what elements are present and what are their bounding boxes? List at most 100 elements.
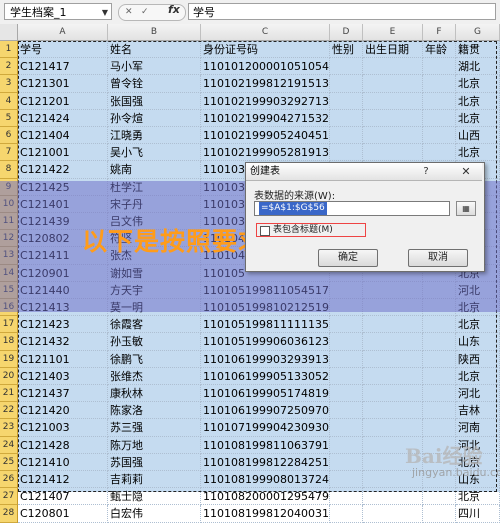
row-header[interactable]: 6 (0, 127, 18, 145)
cell[interactable]: C121410 (18, 453, 108, 471)
collapse-dialog-button[interactable]: ▦ (456, 201, 476, 216)
row-header[interactable]: 17 (0, 316, 18, 334)
column-header-E[interactable]: E (363, 24, 423, 41)
row-header[interactable]: 21 (0, 385, 18, 403)
cell[interactable]: 河北 (456, 385, 500, 403)
confirm-icon[interactable]: ✓ (141, 5, 149, 20)
cell[interactable]: 年龄 (423, 41, 456, 59)
cell[interactable] (423, 505, 456, 523)
row-header[interactable]: 18 (0, 333, 18, 351)
cell[interactable]: 孙玉敏 (108, 333, 201, 351)
help-icon[interactable]: ? (418, 164, 434, 179)
cell[interactable]: 湖北 (456, 58, 500, 76)
row-header[interactable]: 7 (0, 144, 18, 162)
cell[interactable] (423, 58, 456, 76)
cell[interactable]: 吉莉莉 (108, 471, 201, 489)
cell[interactable]: C121101 (18, 350, 108, 368)
cell[interactable]: 北京 (456, 488, 500, 506)
cell[interactable]: 110105199811111135 (201, 316, 330, 334)
cell[interactable] (423, 402, 456, 420)
cell[interactable] (330, 350, 363, 368)
cell[interactable]: C121422 (18, 161, 108, 179)
cell[interactable] (330, 385, 363, 403)
cell[interactable]: 陕西 (456, 350, 500, 368)
cell[interactable]: 张维杰 (108, 367, 201, 385)
cell[interactable]: 籍贯 (456, 41, 500, 59)
cell[interactable] (363, 488, 423, 506)
cell[interactable] (330, 471, 363, 489)
cell[interactable]: 110102199812191513 (201, 75, 330, 93)
cell[interactable]: C121407 (18, 488, 108, 506)
cell[interactable] (363, 127, 423, 145)
row-header[interactable]: 25 (0, 453, 18, 471)
cell[interactable] (423, 109, 456, 127)
cell[interactable]: 北京 (456, 109, 500, 127)
row-header[interactable]: 19 (0, 350, 18, 368)
cell[interactable]: 吴小飞 (108, 144, 201, 162)
cell[interactable]: 徐鹏飞 (108, 350, 201, 368)
cell[interactable] (423, 144, 456, 162)
cell[interactable]: 孙令煊 (108, 109, 201, 127)
cell[interactable] (330, 144, 363, 162)
cell[interactable] (423, 350, 456, 368)
cancel-icon[interactable]: ✕ (125, 5, 133, 20)
cell[interactable]: C121301 (18, 75, 108, 93)
row-header[interactable]: 8 (0, 161, 18, 179)
cell[interactable]: 山东 (456, 333, 500, 351)
cell[interactable] (363, 75, 423, 93)
source-range-input[interactable]: =$A$1:$G$56 (254, 201, 450, 216)
cell[interactable]: C121201 (18, 92, 108, 110)
cell[interactable] (330, 333, 363, 351)
cell[interactable] (330, 402, 363, 420)
cell[interactable]: C121417 (18, 58, 108, 76)
cell[interactable]: 白宏伟 (108, 505, 201, 523)
cell[interactable]: 陈家洛 (108, 402, 201, 420)
cell[interactable] (330, 127, 363, 145)
row-header[interactable]: 22 (0, 402, 18, 420)
cancel-button[interactable]: 取消 (408, 249, 468, 267)
cell[interactable]: 河南 (456, 419, 500, 437)
cell[interactable] (363, 333, 423, 351)
cell[interactable] (423, 419, 456, 437)
cell[interactable]: 110106199907250970 (201, 402, 330, 420)
cell[interactable]: 110106199905133052 (201, 367, 330, 385)
cell[interactable]: 曾令铨 (108, 75, 201, 93)
cell[interactable]: 110108199908013724 (201, 471, 330, 489)
cell[interactable]: C121420 (18, 402, 108, 420)
cell[interactable] (423, 488, 456, 506)
cell[interactable]: 北京 (456, 367, 500, 385)
cell[interactable]: 姓名 (108, 41, 201, 59)
cell[interactable]: C121432 (18, 333, 108, 351)
cell[interactable] (330, 505, 363, 523)
row-header[interactable]: 2 (0, 58, 18, 76)
cell[interactable]: 马小军 (108, 58, 201, 76)
cell[interactable]: 110106199903293913 (201, 350, 330, 368)
column-header-A[interactable]: A (18, 24, 108, 41)
cell[interactable]: 身份证号码 (201, 41, 330, 59)
row-header[interactable]: 5 (0, 109, 18, 127)
cell[interactable]: 苏国强 (108, 453, 201, 471)
select-all-corner[interactable] (0, 24, 18, 41)
cell[interactable] (363, 505, 423, 523)
cell[interactable]: C121001 (18, 144, 108, 162)
column-header-F[interactable]: F (423, 24, 456, 41)
row-header[interactable]: 23 (0, 419, 18, 437)
cell[interactable]: 110102199905281913 (201, 144, 330, 162)
cell[interactable] (423, 92, 456, 110)
cell[interactable] (363, 350, 423, 368)
cell[interactable] (330, 75, 363, 93)
cell[interactable]: C121003 (18, 419, 108, 437)
cell[interactable]: 110108199811063791 (201, 436, 330, 454)
cell[interactable]: 张国强 (108, 92, 201, 110)
cell[interactable]: 110108199812284251 (201, 453, 330, 471)
cell[interactable]: 性别 (330, 41, 363, 59)
row-header[interactable]: 26 (0, 471, 18, 489)
cell[interactable]: C121404 (18, 127, 108, 145)
cell[interactable] (330, 419, 363, 437)
cell[interactable]: C121424 (18, 109, 108, 127)
row-header[interactable]: 28 (0, 505, 18, 523)
row-header[interactable]: 4 (0, 92, 18, 110)
row-header[interactable]: 1 (0, 41, 18, 59)
cell[interactable] (423, 75, 456, 93)
cell[interactable]: 110102199903292713 (201, 92, 330, 110)
